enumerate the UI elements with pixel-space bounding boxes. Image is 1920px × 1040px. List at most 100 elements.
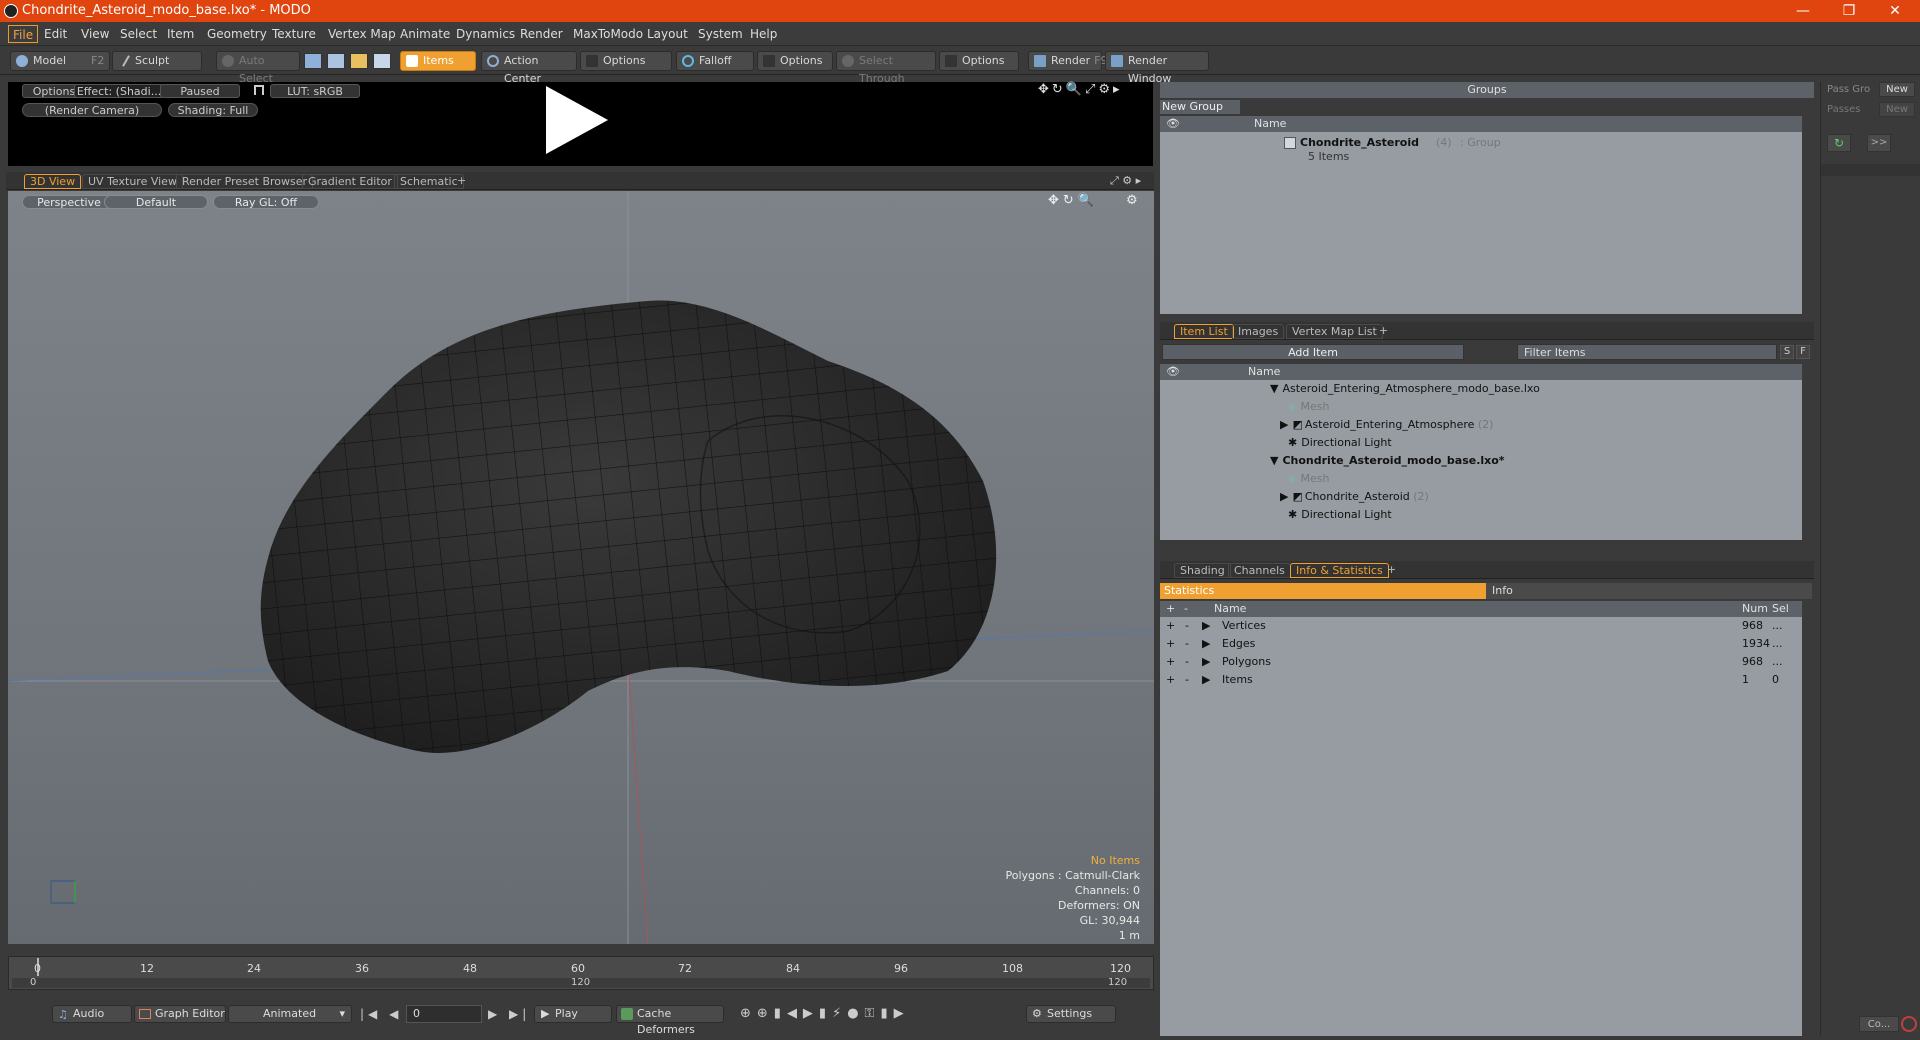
new-group-button[interactable]: New Group <box>1160 100 1240 114</box>
close-button[interactable]: ✕ <box>1872 0 1918 22</box>
expand-arrow-icon[interactable]: ▶ <box>1202 671 1210 689</box>
tree-row-mesh[interactable]: ◆ Mesh <box>1288 398 1329 416</box>
auto-select-button[interactable]: Auto Select <box>216 51 300 85</box>
new-pass-button[interactable]: New <box>1879 102 1915 117</box>
tab-shading[interactable]: Shading <box>1174 563 1231 578</box>
transport-tool-icons[interactable]: ⊕⊕▮◀▶▮⚡●⚿▮▶ <box>740 1006 910 1021</box>
menu-file[interactable]: File <box>8 25 39 43</box>
add-item-tab-button[interactable]: + <box>1374 324 1393 339</box>
menu-item[interactable]: Item <box>163 25 198 43</box>
tab-vertex-map-list[interactable]: Vertex Map List <box>1286 324 1383 339</box>
audio-button[interactable]: ♫ Audio <box>52 1005 132 1023</box>
info-tab[interactable]: Info <box>1486 583 1812 599</box>
search-s-button[interactable]: S <box>1780 345 1794 359</box>
edges-mode-icon[interactable] <box>327 53 345 69</box>
tab-info-statistics[interactable]: Info & Statistics <box>1290 563 1389 578</box>
co-button[interactable]: Co... <box>1859 1016 1899 1032</box>
transport-back-icons[interactable]: |◀ ◀ <box>360 1007 402 1021</box>
expand-arrow-icon[interactable]: ▶ <box>1202 617 1210 635</box>
menu-layout[interactable]: Layout <box>643 25 692 43</box>
record-icon[interactable] <box>1901 1016 1917 1032</box>
model-button[interactable]: Model F2 <box>10 51 110 71</box>
menu-dynamics[interactable]: Dynamics <box>452 25 519 43</box>
items-mode-button[interactable]: Items <box>400 51 476 71</box>
paused-button[interactable]: Paused <box>160 84 240 98</box>
stats-header-minus: - <box>1184 602 1188 615</box>
menu-geometry[interactable]: Geometry <box>203 25 271 43</box>
tree-row-scene[interactable]: ▼ Asteroid_Entering_Atmosphere_modo_base.… <box>1270 380 1540 398</box>
maximize-button[interactable]: ❐ <box>1826 0 1872 22</box>
search-f-button[interactable]: F <box>1796 345 1810 359</box>
add-info-tab-button[interactable]: + <box>1382 563 1401 578</box>
frame-input[interactable]: 0 <box>406 1005 482 1023</box>
falloff-options-button[interactable]: Options <box>757 51 833 71</box>
new-pass-group-button[interactable]: New <box>1879 82 1915 97</box>
add-item-button[interactable]: Add Item <box>1162 344 1464 360</box>
vertices-mode-icon[interactable] <box>304 53 322 69</box>
falloff-button[interactable]: Falloff <box>676 51 754 71</box>
action-center-button[interactable]: Action Center <box>481 51 577 85</box>
menu-texture[interactable]: Texture <box>268 25 320 43</box>
shading-dropdown[interactable]: Shading: Full <box>168 103 258 117</box>
play-button[interactable]: ▶ Play <box>534 1005 612 1023</box>
animated-dropdown[interactable]: Animated ▾ <box>228 1005 352 1023</box>
tree-row-group[interactable]: ▶ ◩ Asteroid_Entering_Atmosphere (2) <box>1280 416 1493 434</box>
menu-render[interactable]: Render <box>516 25 567 43</box>
tab-uv-texture-view[interactable]: UV Texture View <box>82 174 183 189</box>
timeline[interactable]: 0 12 24 36 48 60 72 84 96 108 120 0 120 … <box>8 954 1154 994</box>
transport-forward-icons[interactable]: ▶ ▶| <box>488 1007 530 1021</box>
menu-vertex-map[interactable]: Vertex Map <box>324 25 400 43</box>
expand-arrow-icon[interactable]: ▶ <box>1202 653 1210 671</box>
stats-row-items[interactable]: + - ▶ Items 1 0 <box>1160 671 1802 689</box>
groups-list[interactable]: 👁 Name Chondrite_Asteroid (4) : Group 5 … <box>1160 116 1802 314</box>
play-icon[interactable] <box>546 86 608 154</box>
graph-editor-button[interactable]: Graph Editor <box>134 1005 226 1023</box>
tree-row-mesh-2[interactable]: ◆ Mesh <box>1288 470 1329 488</box>
menu-view[interactable]: View <box>77 25 113 43</box>
tree-row-group-2[interactable]: ▶ ◩ Chondrite_Asteroid (2) <box>1280 488 1429 506</box>
tab-render-preset-browser[interactable]: Render Preset Browser <box>176 174 314 189</box>
expand-icon[interactable]: ⤢ ⚙ ▸ <box>1110 174 1141 188</box>
add-tab-button[interactable]: + <box>452 174 471 189</box>
tab-images[interactable]: Images <box>1232 324 1285 339</box>
lock-icon[interactable] <box>254 85 264 95</box>
viewport-3d[interactable]: Perspective Default Ray GL: Off ✥↻🔍 ⚙ No… <box>8 191 1154 944</box>
menu-select[interactable]: Select <box>116 25 161 43</box>
sculpt-button[interactable]: Sculpt <box>112 51 202 71</box>
lut-dropdown[interactable]: LUT: sRGB <box>270 84 360 98</box>
effect-dropdown[interactable]: Effect: (Shadi... <box>74 84 164 98</box>
preview-nav-icons[interactable]: ✥↻🔍⤢⚙▸ <box>1038 82 1123 97</box>
camera-dropdown[interactable]: (Render Camera) <box>22 103 162 117</box>
render-button[interactable]: Render F9 <box>1028 51 1108 71</box>
menu-animate[interactable]: Animate <box>396 25 454 43</box>
tab-channels[interactable]: Channels <box>1228 563 1291 578</box>
filter-items-input[interactable]: Filter Items <box>1517 344 1777 360</box>
expand-arrow-icon[interactable]: ▶ <box>1202 635 1210 653</box>
menu-edit[interactable]: Edit <box>40 25 71 43</box>
tab-gradient-editor[interactable]: Gradient Editor <box>302 174 398 189</box>
stats-row-edges[interactable]: + - ▶ Edges 1934 ... <box>1160 635 1802 653</box>
tab-item-list[interactable]: Item List <box>1174 324 1234 339</box>
more-button[interactable]: >> <box>1867 134 1891 152</box>
render-window-button[interactable]: Render Window <box>1105 51 1209 85</box>
action-center-options-button[interactable]: Options <box>580 51 672 71</box>
select-through-button[interactable]: Select Through <box>836 51 936 85</box>
menu-system[interactable]: System <box>694 25 747 43</box>
select-through-options-button[interactable]: Options <box>939 51 1019 71</box>
item-tree[interactable]: 👁 Name ▼ Asteroid_Entering_Atmosphere_mod… <box>1160 364 1802 540</box>
cache-deformers-button[interactable]: Cache Deformers <box>616 1005 724 1036</box>
tree-row-scene-active[interactable]: ▼ Chondrite_Asteroid_modo_base.lxo* <box>1270 452 1505 470</box>
statistics-tab[interactable]: Statistics <box>1160 583 1486 599</box>
tree-row-light-2[interactable]: ✱ Directional Light <box>1288 506 1392 524</box>
refresh-icon[interactable]: ↻ <box>1827 134 1851 152</box>
settings-button[interactable]: ⚙ Settings <box>1026 1005 1116 1023</box>
menu-maxtomodo[interactable]: MaxToModo <box>569 25 647 43</box>
stats-row-polygons[interactable]: + - ▶ Polygons 968 ... <box>1160 653 1802 671</box>
minimize-button[interactable]: — <box>1780 0 1826 22</box>
polygons-mode-icon[interactable] <box>350 53 368 69</box>
tree-row-light[interactable]: ✱ Directional Light <box>1288 434 1392 452</box>
materials-mode-icon[interactable] <box>373 53 391 69</box>
tab-3d-view[interactable]: 3D View <box>24 174 82 189</box>
stats-row-vertices[interactable]: + - ▶ Vertices 968 ... <box>1160 617 1802 635</box>
menu-help[interactable]: Help <box>746 25 781 43</box>
